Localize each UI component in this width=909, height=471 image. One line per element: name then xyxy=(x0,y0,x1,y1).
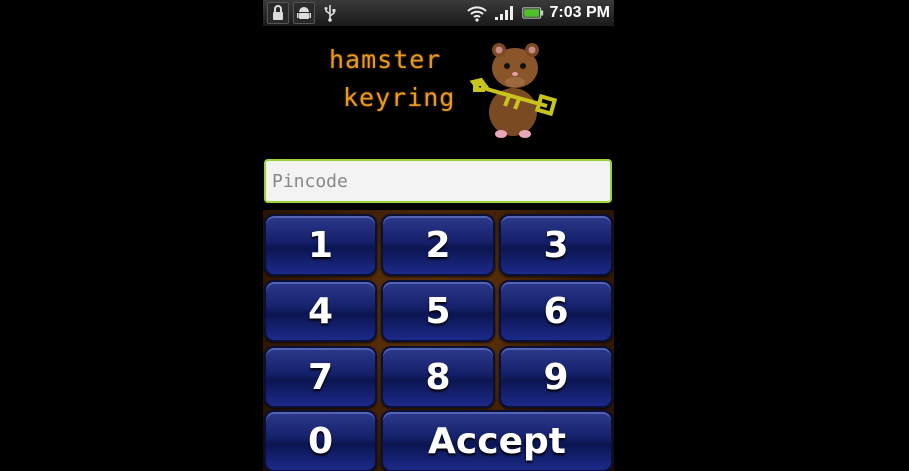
logo-text-keyring: keyring xyxy=(343,83,456,112)
android-icon xyxy=(293,2,315,24)
key-0[interactable]: 0 xyxy=(264,410,377,471)
key-3[interactable]: 3 xyxy=(499,214,613,276)
key-2[interactable]: 2 xyxy=(381,214,495,276)
key-8[interactable]: 8 xyxy=(381,346,495,408)
usb-icon xyxy=(319,2,341,24)
wifi-icon xyxy=(466,2,488,24)
key-1[interactable]: 1 xyxy=(264,214,377,276)
key-9[interactable]: 9 xyxy=(499,346,613,408)
keypad: 1 2 3 4 5 6 7 8 9 0 Accept xyxy=(263,210,614,471)
notification-icons xyxy=(267,2,341,24)
key-4[interactable]: 4 xyxy=(264,280,377,342)
key-6[interactable]: 6 xyxy=(499,280,613,342)
signal-icon xyxy=(494,2,516,24)
system-icons: 7:03 PM xyxy=(466,2,610,24)
key-7[interactable]: 7 xyxy=(264,346,377,408)
app-logo: hamster keyring xyxy=(263,36,614,138)
logo-text-hamster: hamster xyxy=(329,45,442,74)
key-5[interactable]: 5 xyxy=(381,280,495,342)
accept-button[interactable]: Accept xyxy=(381,410,613,471)
pincode-input[interactable] xyxy=(264,159,612,203)
lock-icon xyxy=(267,2,289,24)
app-screen: 7:03 PM hamster keyring 1 2 3 4 5 6 7 8 … xyxy=(263,0,614,471)
battery-icon xyxy=(521,2,544,24)
clock: 7:03 PM xyxy=(549,4,610,21)
status-bar: 7:03 PM xyxy=(263,0,614,26)
hamster-key-icon xyxy=(469,43,558,138)
